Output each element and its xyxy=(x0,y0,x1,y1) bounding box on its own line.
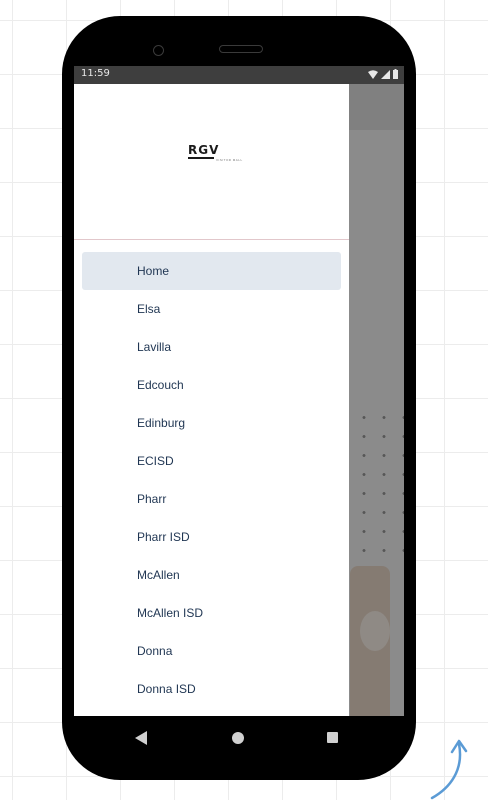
battery-icon xyxy=(393,69,398,79)
front-camera xyxy=(153,45,164,56)
logo-text: RGV xyxy=(188,143,220,157)
wifi-icon xyxy=(368,69,378,79)
menu-item-pharr[interactable]: Pharr xyxy=(82,480,341,518)
system-nav-bar xyxy=(62,716,416,780)
curved-arrow-icon xyxy=(430,739,468,800)
device-screen: 11:59 RGV VISITOR MALL Home Elsa Lavilla… xyxy=(74,66,404,716)
menu-item-edcouch[interactable]: Edcouch xyxy=(82,366,341,404)
signal-icon xyxy=(381,69,390,79)
menu-item-ecisd[interactable]: ECISD xyxy=(82,442,341,480)
phone-frame: 11:59 RGV VISITOR MALL Home Elsa Lavilla… xyxy=(62,16,416,780)
menu-item-edinburg[interactable]: Edinburg xyxy=(82,404,341,442)
menu-item-elsa[interactable]: Elsa xyxy=(82,290,341,328)
menu-item-pharr-isd[interactable]: Pharr ISD xyxy=(82,518,341,556)
menu-item-home[interactable]: Home xyxy=(82,252,341,290)
status-time: 11:59 xyxy=(81,68,110,79)
logo-underline xyxy=(188,157,214,159)
drawer-menu: Home Elsa Lavilla Edcouch Edinburg ECISD… xyxy=(82,252,341,708)
drawer-header: RGV VISITOR MALL xyxy=(74,84,349,240)
status-bar: 11:59 xyxy=(74,66,404,84)
menu-item-mcallen[interactable]: McAllen xyxy=(82,556,341,594)
menu-item-lavilla[interactable]: Lavilla xyxy=(82,328,341,366)
recents-icon[interactable] xyxy=(327,732,338,743)
logo-subtext: VISITOR MALL xyxy=(216,158,243,162)
home-icon[interactable] xyxy=(232,732,244,744)
back-icon[interactable] xyxy=(135,731,147,745)
menu-item-mcallen-isd[interactable]: McAllen ISD xyxy=(82,594,341,632)
menu-item-donna[interactable]: Donna xyxy=(82,632,341,670)
navigation-drawer: RGV VISITOR MALL Home Elsa Lavilla Edcou… xyxy=(74,84,349,716)
earpiece-speaker xyxy=(219,45,263,53)
menu-item-donna-isd[interactable]: Donna ISD xyxy=(82,670,341,708)
app-logo: RGV VISITOR MALL xyxy=(188,143,242,162)
